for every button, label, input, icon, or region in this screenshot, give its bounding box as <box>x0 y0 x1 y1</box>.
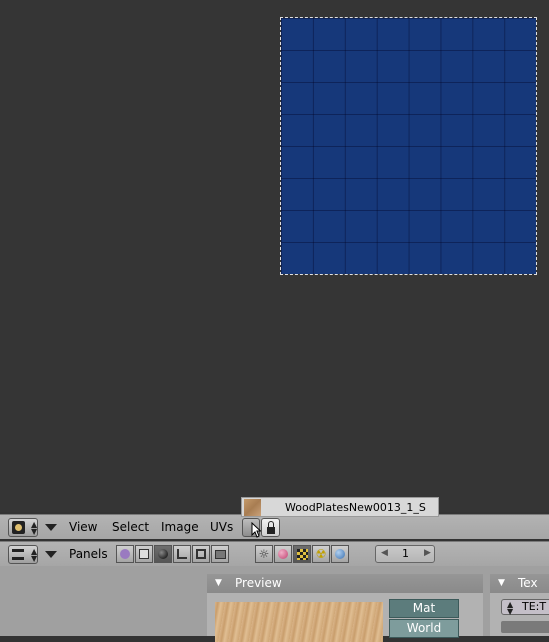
panels-menu[interactable]: Panels <box>69 547 108 561</box>
preview-tab-mat[interactable]: Mat <box>389 599 459 618</box>
scene-icon <box>214 549 226 559</box>
frame-number-value: 1 <box>402 547 409 560</box>
texture-panel-header[interactable]: ▼ Tex <box>490 574 549 593</box>
texture-panel-title: Tex <box>518 576 538 590</box>
image-name-tooltip: WoodPlatesNew0013_1_S <box>241 497 439 517</box>
panels-editor-icon <box>12 549 24 560</box>
collapse-triangle-icon[interactable] <box>45 551 57 558</box>
logic-button[interactable] <box>116 545 134 563</box>
buttons-window-header: ▲ ▼ Panels ☼ ☢ ◀ 1 ▶ <box>0 541 549 566</box>
mouse-cursor-icon <box>251 521 262 538</box>
world-icon <box>335 549 345 559</box>
preview-panel-header[interactable]: ▼ Preview <box>207 574 483 593</box>
decrement-arrow-icon[interactable]: ◀ <box>381 548 388 558</box>
object-icon <box>177 549 187 559</box>
collapse-triangle-icon[interactable] <box>45 524 57 531</box>
frame-number-field[interactable]: ◀ 1 ▶ <box>375 545 435 563</box>
uv-image-canvas[interactable] <box>280 17 537 275</box>
radiosity-button[interactable]: ☢ <box>312 545 330 563</box>
editor-type-button[interactable]: ▲ ▼ <box>8 518 38 537</box>
editing-icon <box>196 549 206 559</box>
lamp-icon: ☼ <box>258 547 270 561</box>
material-button[interactable] <box>274 545 292 563</box>
increment-arrow-icon[interactable]: ▶ <box>424 548 431 558</box>
script-icon <box>139 549 149 559</box>
texture-panel: ▼ Tex ▲ ▼ TE:T <box>490 574 549 636</box>
panel-collapse-icon[interactable]: ▼ <box>215 578 222 588</box>
script-button[interactable] <box>135 545 153 563</box>
tooltip-image-name: WoodPlatesNew0013_1_S <box>285 500 426 514</box>
panel-collapse-icon[interactable]: ▼ <box>498 578 505 588</box>
lock-icon <box>267 527 275 534</box>
texture-button[interactable] <box>293 545 311 563</box>
texture-slot-bar[interactable] <box>501 621 549 633</box>
texture-browse-value: TE:T <box>522 600 547 613</box>
menu-image[interactable]: Image <box>161 520 199 534</box>
image-editor-viewport[interactable] <box>0 0 549 512</box>
panels-editor-type-button[interactable]: ▲ ▼ <box>8 545 38 564</box>
logic-icon <box>120 549 130 559</box>
object-button[interactable] <box>173 545 191 563</box>
image-editor-header: ▲ ▼ View Select Image UVs <box>0 514 549 539</box>
texture-browse-field[interactable]: ▲ ▼ TE:T <box>501 599 549 616</box>
image-thumbnail <box>244 498 261 516</box>
lock-button[interactable] <box>261 518 280 537</box>
scene-button[interactable] <box>211 545 229 563</box>
preview-panel-title: Preview <box>235 576 282 590</box>
menu-uvs[interactable]: UVs <box>210 520 233 534</box>
editor-type-icon <box>12 521 25 534</box>
preview-panel: ▼ Preview Mat World <box>207 574 483 642</box>
material-icon <box>278 549 288 559</box>
menu-view[interactable]: View <box>69 520 97 534</box>
texture-icon <box>296 548 308 560</box>
menu-select[interactable]: Select <box>112 520 149 534</box>
shading-button[interactable] <box>154 545 172 563</box>
shading-icon <box>158 549 168 559</box>
lamp-button[interactable]: ☼ <box>255 545 273 563</box>
editing-button[interactable] <box>192 545 210 563</box>
world-button[interactable] <box>331 545 349 563</box>
material-preview-image <box>215 602 383 642</box>
preview-tab-world[interactable]: World <box>389 619 459 638</box>
radiosity-icon: ☢ <box>315 547 327 561</box>
